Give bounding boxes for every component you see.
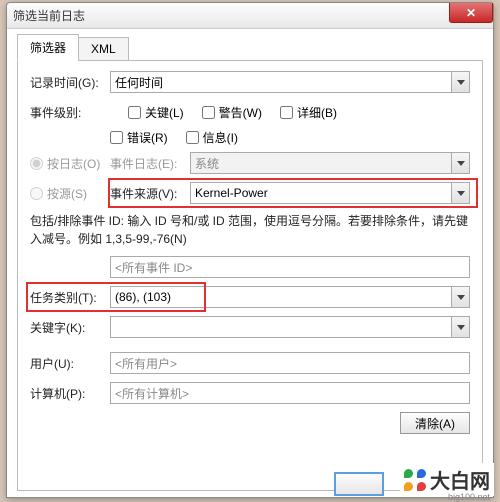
input-event-id[interactable]: <所有事件 ID> xyxy=(110,256,470,278)
label-keyword: 关键字(K): xyxy=(30,319,110,336)
combo-record-time[interactable]: 任何时间 xyxy=(110,71,470,93)
chevron-down-icon xyxy=(451,287,469,307)
chevron-down-icon xyxy=(451,72,469,92)
watermark-sub: big100.net xyxy=(448,492,490,502)
clear-button[interactable]: 清除(A) xyxy=(400,412,470,434)
content: 筛选器 XML 记录时间(G): 任何时间 事件级别: 关键(L) 警告(W) … xyxy=(7,29,493,495)
close-button[interactable]: ✕ xyxy=(449,3,493,23)
checkbox-critical[interactable]: 关键(L) xyxy=(128,104,184,121)
label-record-time: 记录时间(G): xyxy=(30,74,110,91)
combo-task-category[interactable]: (86), (103) xyxy=(110,286,470,308)
label-event-level: 事件级别: xyxy=(30,104,110,121)
watermark-logo-icon xyxy=(404,469,426,491)
input-user[interactable]: <所有用户> xyxy=(110,352,470,374)
checkbox-verbose[interactable]: 详细(B) xyxy=(280,104,337,121)
chevron-down-icon xyxy=(451,183,469,203)
combo-keyword[interactable] xyxy=(110,316,470,338)
tabstrip: 筛选器 XML xyxy=(17,37,483,61)
tab-filter[interactable]: 筛选器 xyxy=(17,34,79,61)
combo-task-category-value: (86), (103) xyxy=(115,290,171,304)
combo-event-source[interactable]: Kernel-Power xyxy=(190,182,470,204)
tab-xml[interactable]: XML xyxy=(78,37,129,61)
label-user: 用户(U): xyxy=(30,355,110,372)
radio-by-log: 按日志(O) xyxy=(30,155,110,172)
combo-event-log: 系统 xyxy=(190,152,470,174)
radio-by-source: 按源(S) xyxy=(30,185,110,202)
ok-button[interactable] xyxy=(334,472,384,496)
label-event-log: 事件日志(E): xyxy=(110,155,190,172)
combo-event-log-value: 系统 xyxy=(195,155,219,172)
checkbox-error[interactable]: 错误(R) xyxy=(110,129,168,146)
note-id-syntax: 包括/排除事件 ID: 输入 ID 号和/或 ID 范围，使用逗号分隔。若要排除… xyxy=(30,212,470,248)
dialog-window: 筛选当前日志 ✕ 筛选器 XML 记录时间(G): 任何时间 事件级别: 关键(… xyxy=(6,2,494,498)
close-icon: ✕ xyxy=(466,6,476,20)
label-computer: 计算机(P): xyxy=(30,385,110,402)
label-task-category: 任务类别(T): xyxy=(30,289,110,306)
titlebar: 筛选当前日志 ✕ xyxy=(7,3,493,29)
checkbox-info[interactable]: 信息(I) xyxy=(186,129,238,146)
label-event-source: 事件来源(V): xyxy=(110,185,190,202)
input-computer[interactable]: <所有计算机> xyxy=(110,382,470,404)
chevron-down-icon xyxy=(451,317,469,337)
tab-pane: 记录时间(G): 任何时间 事件级别: 关键(L) 警告(W) 详细(B) 错误… xyxy=(17,61,483,491)
combo-event-source-value: Kernel-Power xyxy=(195,186,268,200)
combo-record-time-value: 任何时间 xyxy=(115,74,163,91)
window-title: 筛选当前日志 xyxy=(13,7,85,24)
checkbox-warning[interactable]: 警告(W) xyxy=(202,104,262,121)
watermark-text: 大白网 xyxy=(430,465,490,494)
chevron-down-icon xyxy=(451,153,469,173)
